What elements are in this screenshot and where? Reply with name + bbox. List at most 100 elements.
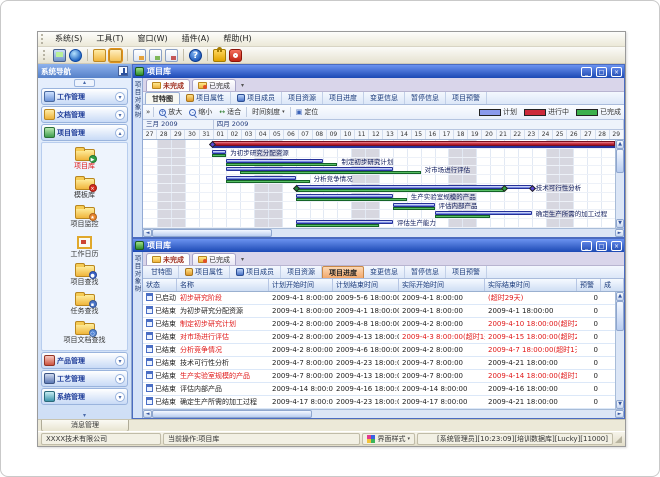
table-row[interactable]: 已结束确定生产所需的加工过程2009-4-17 8:00:002009-4-23… bbox=[143, 396, 615, 409]
menu-item-1[interactable]: 工具(T) bbox=[89, 32, 130, 46]
column-header-6[interactable]: 预警 bbox=[577, 279, 601, 291]
table-tab-5[interactable]: 变更信息 bbox=[364, 266, 405, 278]
table-row[interactable]: 已启动初步研究阶段2009-4-1 8:00:002009-5-6 18:00:… bbox=[143, 292, 615, 305]
chevron-down-icon[interactable]: ▾ bbox=[115, 374, 125, 384]
close-icon[interactable]: × bbox=[611, 241, 622, 251]
gantt-done-bar[interactable] bbox=[296, 198, 407, 201]
table-row[interactable]: 已结束生产实验室规模的产品2009-4-7 8:00:002009-4-13 1… bbox=[143, 370, 615, 383]
gantt-done-bar[interactable] bbox=[212, 154, 226, 157]
gantt-tab-6[interactable]: 暂停信息 bbox=[405, 92, 446, 104]
gantt-tab-0[interactable]: 甘特图 bbox=[145, 92, 180, 104]
table-tab-7[interactable]: 项目预警 bbox=[446, 266, 487, 278]
maximize-icon[interactable]: □ bbox=[596, 241, 607, 251]
sidebar-item-3[interactable]: 工作日历 bbox=[42, 232, 127, 261]
gantt-plan-bar[interactable] bbox=[212, 146, 615, 148]
gantt-tab-5[interactable]: 变更信息 bbox=[364, 92, 405, 104]
scroll-right-icon[interactable]: ► bbox=[615, 410, 624, 418]
scroll-thumb[interactable] bbox=[616, 149, 624, 173]
gantt-tab-1[interactable]: 项目属性 bbox=[180, 92, 231, 104]
scroll-right-icon[interactable]: ► bbox=[615, 229, 624, 237]
table-row[interactable]: 已结束制定初步研究计划2009-4-2 8:00:002009-4-8 18:0… bbox=[143, 318, 615, 331]
maximize-icon[interactable]: □ bbox=[596, 67, 607, 77]
table-tab-3[interactable]: 项目资源 bbox=[281, 266, 322, 278]
stop-icon[interactable] bbox=[229, 49, 242, 62]
column-header-7[interactable]: 成 bbox=[601, 279, 624, 291]
table-row[interactable]: 已结束技术可行性分析2009-4-7 8:00:002009-4-23 18:0… bbox=[143, 357, 615, 370]
gantt-tab-2[interactable]: 项目成员 bbox=[231, 92, 282, 104]
scroll-down-icon[interactable]: ▼ bbox=[616, 400, 624, 409]
resize-grip[interactable] bbox=[615, 436, 622, 443]
chevron-down-icon[interactable]: ▾ bbox=[115, 110, 125, 120]
scroll-up-icon[interactable]: ▲ bbox=[616, 292, 624, 301]
toolbar-more-icon[interactable]: » bbox=[146, 108, 150, 116]
time-scale-button[interactable]: 时间刻度▾ bbox=[250, 107, 287, 117]
column-header-4[interactable]: 实际开始时间 bbox=[399, 279, 485, 291]
scroll-thumb[interactable] bbox=[616, 301, 624, 331]
table-row[interactable]: 已结束为初步研究分配资源2009-4-1 8:00:002009-4-1 18:… bbox=[143, 305, 615, 318]
globe-icon[interactable] bbox=[69, 49, 82, 62]
table-vertical-scrollbar[interactable]: ▲ ▼ bbox=[615, 292, 624, 409]
mail-report-icon-1[interactable] bbox=[133, 49, 146, 62]
gantt-done-bar[interactable] bbox=[226, 180, 309, 183]
sidebar-item-0[interactable]: ▶项目库 bbox=[42, 145, 127, 174]
column-header-3[interactable]: 计划结束时间 bbox=[333, 279, 399, 291]
gantt-filter-tab-1[interactable]: 已完成 bbox=[192, 79, 236, 91]
gantt-done-bar[interactable] bbox=[296, 189, 504, 192]
column-header-2[interactable]: 计划开始时间 bbox=[269, 279, 333, 291]
chevron-up-icon[interactable]: ▴ bbox=[115, 128, 125, 138]
sidebar-section-bottom-2[interactable]: 系统管理▾ bbox=[41, 388, 128, 405]
gantt-tab-3[interactable]: 项目资源 bbox=[282, 92, 323, 104]
tab-overflow-icon[interactable]: ▾ bbox=[238, 256, 247, 265]
sidebar-item-2[interactable]: ★项目监控 bbox=[42, 203, 127, 232]
sidebar-section-project-management[interactable]: 项目管理▴ bbox=[41, 124, 128, 141]
menu-item-2[interactable]: 窗口(W) bbox=[130, 32, 174, 46]
sidebar-section-0[interactable]: 工作管理▾ bbox=[41, 88, 128, 105]
minimize-icon[interactable]: _ bbox=[581, 67, 592, 77]
table-row[interactable]: 已结束评估内部产品2009-4-14 8:00:002009-4-16 18:0… bbox=[143, 383, 615, 396]
fit-button[interactable]: ↔适合 bbox=[217, 107, 243, 117]
menu-item-3[interactable]: 插件(A) bbox=[175, 32, 217, 46]
mail-report-icon-3[interactable] bbox=[165, 49, 178, 62]
close-icon[interactable]: × bbox=[611, 67, 622, 77]
zoom-out-button[interactable]: -缩小 bbox=[187, 107, 214, 117]
interface-style-selector[interactable]: 界面样式 ▾ bbox=[362, 433, 415, 445]
column-header-1[interactable]: 名称 bbox=[177, 279, 269, 291]
locate-button[interactable]: ▣定位 bbox=[294, 107, 321, 117]
chevron-down-icon[interactable]: ▾ bbox=[115, 92, 125, 102]
gantt-done-bar[interactable] bbox=[240, 171, 420, 174]
project-tree-side-tab[interactable]: 项目对象树 bbox=[133, 78, 143, 237]
gantt-tab-4[interactable]: 项目进度 bbox=[323, 92, 364, 104]
menu-item-0[interactable]: 系统(S) bbox=[48, 32, 89, 46]
scroll-left-icon[interactable]: ◄ bbox=[143, 410, 152, 418]
table-tab-0[interactable]: 甘特图 bbox=[145, 266, 179, 278]
table-filter-tab-0[interactable]: 未完成 bbox=[146, 253, 190, 265]
lock-icon[interactable] bbox=[213, 49, 226, 62]
scroll-left-icon[interactable]: ◄ bbox=[143, 229, 152, 237]
column-header-0[interactable]: 状态 bbox=[143, 279, 177, 291]
gantt-done-bar[interactable] bbox=[296, 224, 379, 227]
scroll-down-icon[interactable]: ▼ bbox=[616, 219, 624, 228]
table-horizontal-scrollbar[interactable]: ◄ ► bbox=[143, 409, 624, 418]
help-icon[interactable]: ? bbox=[189, 49, 202, 62]
column-header-5[interactable]: 实际结束时间 bbox=[485, 279, 577, 291]
table-filter-tab-1[interactable]: 已完成 bbox=[192, 253, 236, 265]
sidebar-item-6[interactable]: ○项目文档查找 bbox=[42, 319, 127, 348]
sidebar-more-icon[interactable]: ▾ bbox=[38, 411, 131, 419]
gantt-tab-7[interactable]: 项目预警 bbox=[446, 92, 487, 104]
sidebar-item-4[interactable]: ●项目查找 bbox=[42, 261, 127, 290]
sidebar-section-bottom-1[interactable]: 工艺管理▾ bbox=[41, 370, 128, 387]
sidebar-collapse-button[interactable]: ▴ bbox=[38, 78, 131, 87]
chevron-down-icon[interactable]: ▾ bbox=[115, 356, 125, 366]
gantt-vertical-scrollbar[interactable]: ▲ ▼ bbox=[615, 140, 624, 228]
gantt-done-bar[interactable] bbox=[435, 215, 491, 218]
scroll-thumb[interactable] bbox=[152, 410, 312, 418]
gantt-horizontal-scrollbar[interactable]: ◄ ► bbox=[143, 228, 624, 237]
gantt-done-bar[interactable] bbox=[393, 207, 435, 210]
sidebar-item-5[interactable]: ▪任务查找 bbox=[42, 290, 127, 319]
gantt-filter-tab-0[interactable]: 未完成 bbox=[146, 79, 190, 91]
table-tab-1[interactable]: 项目属性 bbox=[179, 266, 230, 278]
sidebar-section-1[interactable]: 文档管理▾ bbox=[41, 106, 128, 123]
chevron-down-icon[interactable]: ▾ bbox=[115, 392, 125, 402]
folder-icon[interactable] bbox=[93, 49, 106, 62]
scroll-up-icon[interactable]: ▲ bbox=[616, 140, 624, 149]
